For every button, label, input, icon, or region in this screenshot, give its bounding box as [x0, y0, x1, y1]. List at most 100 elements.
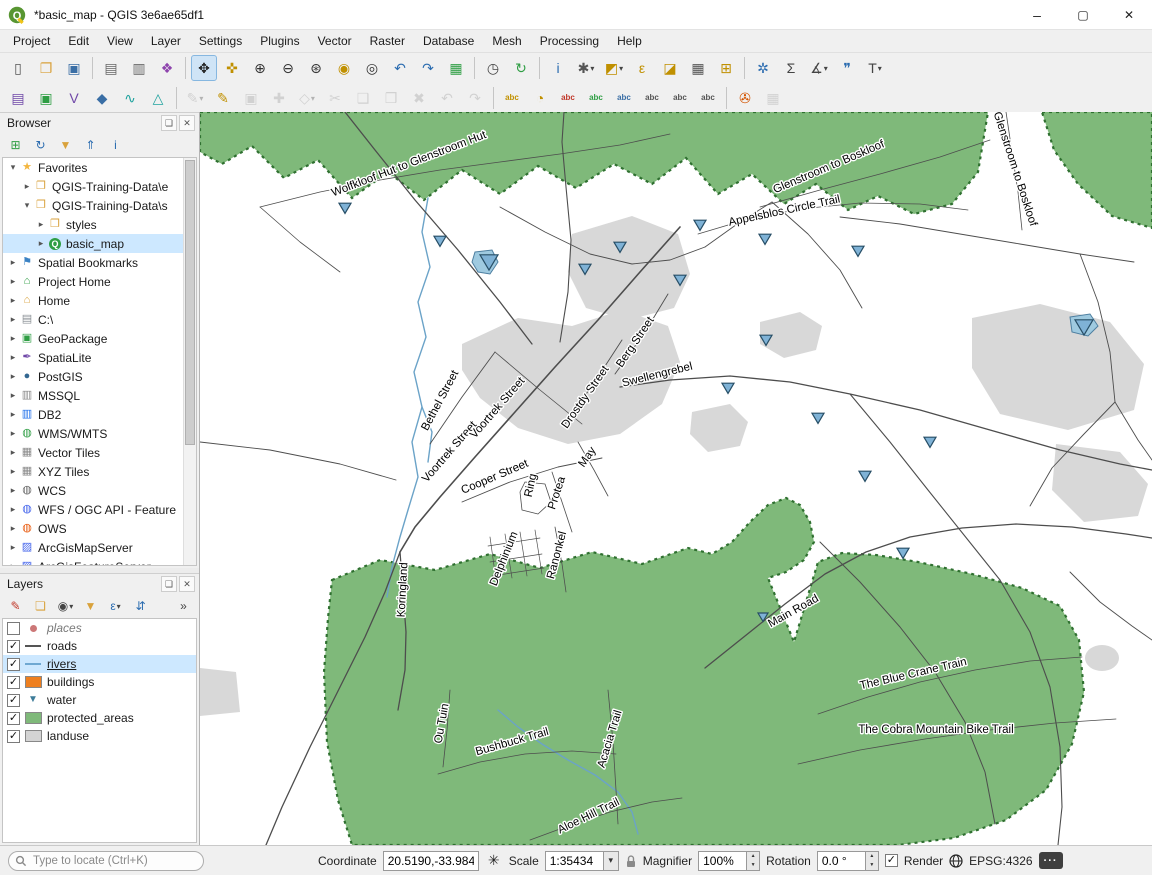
move-label-button[interactable]: abc	[639, 85, 665, 111]
expander-icon[interactable]: ▸	[21, 181, 33, 192]
layer-visibility-checkbox[interactable]: ✓	[7, 694, 20, 707]
paste-features-button[interactable]: ❒	[378, 85, 404, 111]
expander-icon[interactable]: ▸	[7, 428, 19, 439]
browser-item-vector-tiles[interactable]: ▸▦Vector Tiles	[3, 443, 184, 462]
browser-item-project-home[interactable]: ▸⌂Project Home	[3, 272, 184, 291]
menu-help[interactable]: Help	[608, 32, 651, 50]
layer-visibility-checkbox[interactable]: ✓	[7, 712, 20, 725]
text-annotation-button[interactable]: T▾	[862, 55, 888, 81]
manage-map-themes-button[interactable]: ◉▾	[54, 595, 77, 618]
current-edits-button[interactable]: ✎▾	[182, 85, 208, 111]
layer-visibility-checkbox[interactable]: ✓	[7, 730, 20, 743]
data-source-manager-button[interactable]: ▤	[5, 85, 31, 111]
menu-layer[interactable]: Layer	[142, 32, 190, 50]
browser-item-arcgisfeatureserver[interactable]: ▸▨ArcGisFeatureServer	[3, 557, 184, 566]
collapse-all-button[interactable]: ⇑	[79, 134, 102, 157]
zoom-last-button[interactable]: ↶	[387, 55, 413, 81]
scrollbar-thumb[interactable]	[185, 160, 195, 445]
expander-icon[interactable]: ▸	[7, 333, 19, 344]
crs-value[interactable]: EPSG:4326	[969, 854, 1032, 868]
new-spatialite-layer-button[interactable]: ◆	[89, 85, 115, 111]
filter-legend-button[interactable]: ▼	[79, 595, 102, 618]
render-checkbox[interactable]: ✓	[885, 854, 898, 867]
expander-icon[interactable]: ▸	[7, 485, 19, 496]
close-panel-icon[interactable]	[179, 576, 195, 592]
menu-project[interactable]: Project	[4, 32, 59, 50]
menu-vector[interactable]: Vector	[309, 32, 361, 50]
browser-item-home[interactable]: ▸⌂Home	[3, 291, 184, 310]
locate-input[interactable]	[31, 854, 197, 868]
layer-visibility-checkbox[interactable]: ✓	[7, 640, 20, 653]
layer-row-water[interactable]: ✓▼water	[3, 691, 196, 709]
expander-icon[interactable]: ▾	[21, 200, 33, 211]
layer-row-landuse[interactable]: ✓landuse	[3, 727, 196, 745]
style-manager-button[interactable]: ❖	[154, 55, 180, 81]
browser-item-arcgismapserver[interactable]: ▸▨ArcGisMapServer	[3, 538, 184, 557]
magnifier-input[interactable]	[698, 851, 746, 871]
zoom-to-layer-button[interactable]: ◎	[359, 55, 385, 81]
browser-item-ows[interactable]: ▸◍OWS	[3, 519, 184, 538]
field-calculator-button[interactable]: ⊞	[713, 55, 739, 81]
expand-collapse-all-button[interactable]: ⇵	[129, 595, 152, 618]
browser-item-qgis-training-data-s[interactable]: ▾❐QGIS-Training-Data\s	[3, 196, 184, 215]
menu-database[interactable]: Database	[414, 32, 483, 50]
layer-diagram-button[interactable]: ◔	[527, 85, 553, 111]
menu-settings[interactable]: Settings	[190, 32, 251, 50]
spin-down-icon[interactable]	[747, 861, 759, 870]
select-features-button[interactable]: ◩▾	[601, 55, 627, 81]
browser-item-spatialite[interactable]: ▸✒SpatiaLite	[3, 348, 184, 367]
expander-icon[interactable]: ▸	[35, 238, 47, 249]
expander-icon[interactable]: ▸	[7, 390, 19, 401]
expander-icon[interactable]: ▸	[7, 561, 19, 566]
menu-mesh[interactable]: Mesh	[483, 32, 530, 50]
expander-icon[interactable]: ▸	[7, 314, 19, 325]
browser-item-c-[interactable]: ▸▤C:\	[3, 310, 184, 329]
refresh-browser-button[interactable]: ↻	[29, 134, 52, 157]
browser-item-db2[interactable]: ▸▥DB2	[3, 405, 184, 424]
undock-panel-icon[interactable]	[161, 576, 177, 592]
coordinate-input[interactable]	[383, 851, 479, 871]
expander-icon[interactable]: ▸	[7, 447, 19, 458]
pan-map-button[interactable]: ✥	[191, 55, 217, 81]
undock-panel-icon[interactable]	[161, 115, 177, 131]
new-virtual-layer-button[interactable]: ∿	[117, 85, 143, 111]
browser-item-postgis[interactable]: ▸●PostGIS	[3, 367, 184, 386]
expander-icon[interactable]: ▸	[35, 219, 47, 230]
zoom-out-button[interactable]: ⊖	[275, 55, 301, 81]
expander-icon[interactable]: ▸	[7, 504, 19, 515]
change-label-properties-button[interactable]: abc	[695, 85, 721, 111]
menu-view[interactable]: View	[98, 32, 142, 50]
rotation-spinbox[interactable]	[817, 851, 879, 871]
layer-row-protected_areas[interactable]: ✓protected_areas	[3, 709, 196, 727]
filter-by-expression-button[interactable]: ε▾	[104, 595, 127, 618]
expander-icon[interactable]: ▾	[7, 162, 19, 173]
browser-item-wfs-ogc-api-feature[interactable]: ▸◍WFS / OGC API - Feature	[3, 500, 184, 519]
browser-item-wcs[interactable]: ▸◍WCS	[3, 481, 184, 500]
menu-edit[interactable]: Edit	[59, 32, 98, 50]
scale-combobox[interactable]	[545, 851, 619, 871]
cut-features-button[interactable]: ✂	[322, 85, 348, 111]
show-layout-manager-button[interactable]: ▥	[126, 55, 152, 81]
expander-icon[interactable]: ▸	[7, 409, 19, 420]
new-geopackage-layer-button[interactable]: ▣	[33, 85, 59, 111]
spin-up-icon[interactable]	[866, 852, 878, 861]
lock-scale-icon[interactable]	[625, 854, 637, 868]
pin-unpin-labels-button[interactable]: abc	[583, 85, 609, 111]
zoom-to-selection-button[interactable]: ◉	[331, 55, 357, 81]
new-project-button[interactable]: ▯	[5, 55, 31, 81]
menu-plugins[interactable]: Plugins	[251, 32, 308, 50]
rotate-label-button[interactable]: abc	[667, 85, 693, 111]
layer-row-rivers[interactable]: ✓rivers	[3, 655, 196, 673]
browser-item-styles[interactable]: ▸❐styles	[3, 215, 184, 234]
new-shapefile-layer-button[interactable]: V	[61, 85, 87, 111]
copy-features-button[interactable]: ❑	[350, 85, 376, 111]
developer-tools-button[interactable]: ✇	[732, 85, 758, 111]
open-attribute-table-button[interactable]: ▦	[685, 55, 711, 81]
new-map-view-button[interactable]: ▦	[443, 55, 469, 81]
browser-item-qgis-training-data-e[interactable]: ▸❐QGIS-Training-Data\e	[3, 177, 184, 196]
add-feature-button[interactable]: ✚	[266, 85, 292, 111]
extents-toggle-icon[interactable]: ✳	[485, 852, 503, 869]
properties-widget-button[interactable]: i	[104, 134, 127, 157]
new-print-layout-button[interactable]: ▤	[98, 55, 124, 81]
browser-item-mssql[interactable]: ▸▥MSSQL	[3, 386, 184, 405]
